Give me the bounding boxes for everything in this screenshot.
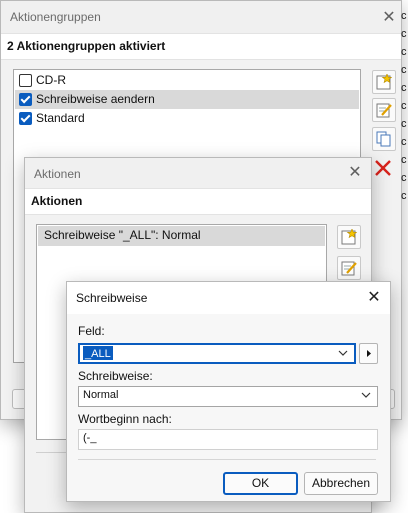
feld-combobox[interactable]: _ALL [78, 343, 356, 364]
feld-label: Feld: [78, 324, 105, 338]
window-title: Aktionen [34, 167, 81, 181]
schreibweise-label: Schreibweise: [78, 369, 153, 383]
delete-x-icon [375, 160, 391, 176]
schreibweise-dialog: Schreibweise ✕ Feld: _ALL Schreibweise: … [66, 281, 391, 502]
actions-header-text: Aktionen [31, 194, 83, 208]
new-group-button[interactable] [372, 70, 396, 94]
checkbox[interactable] [19, 93, 32, 106]
chevron-down-icon [361, 392, 371, 398]
star-new-icon [341, 229, 357, 245]
checkbox[interactable] [19, 74, 32, 87]
edit-icon [341, 261, 357, 276]
partial-right-content: c c c c c c c c c c c [401, 10, 407, 202]
wortbeginn-input[interactable]: (-_ [78, 429, 378, 450]
list-item-label: Standard [36, 111, 85, 125]
feld-value-selected: _ALL [83, 346, 113, 360]
edit-group-button[interactable] [372, 98, 396, 122]
copy-group-button[interactable] [372, 127, 396, 151]
list-item[interactable]: Schreibweise aendern [15, 90, 359, 109]
close-icon[interactable]: ✕ [358, 284, 390, 312]
delete-group-button[interactable] [372, 157, 394, 179]
schreibweise-titlebar: Schreibweise ✕ [67, 282, 390, 314]
list-item-label: CD-R [36, 73, 66, 87]
list-item[interactable]: Standard [15, 109, 359, 128]
wortbeginn-value: (-_ [83, 432, 97, 444]
list-item-label: Schreibweise aendern [36, 92, 155, 106]
actions-header: Aktionen [25, 188, 371, 215]
dialog-title: Schreibweise [76, 291, 148, 305]
edit-icon [376, 103, 392, 118]
divider [78, 459, 376, 460]
wortbeginn-label: Wortbeginn nach: [78, 412, 172, 426]
checkbox[interactable] [19, 112, 32, 125]
edit-action-button[interactable] [337, 256, 361, 280]
schreibweise-select[interactable]: Normal [78, 386, 378, 407]
copy-icon [376, 131, 391, 147]
feld-arrow-button[interactable] [359, 343, 378, 364]
schreibweise-value: Normal [83, 389, 119, 401]
aktionengruppen-titlebar: Aktionengruppen ✕ [1, 1, 401, 33]
aktionen-titlebar: Aktionen ✕ [25, 158, 371, 190]
chevron-down-icon [338, 350, 348, 356]
close-icon[interactable]: ✕ [339, 159, 371, 187]
list-item-label: Schreibweise "_ALL": Normal [44, 228, 201, 242]
chevron-right-icon [367, 350, 371, 357]
window-title: Aktionengruppen [10, 10, 101, 24]
list-item[interactable]: Schreibweise "_ALL": Normal [38, 226, 325, 246]
new-action-button[interactable] [337, 225, 361, 249]
list-item[interactable]: CD-R [15, 71, 359, 90]
group-count-text: 2 Aktionengruppen aktiviert [7, 39, 166, 53]
feld-value: _ALL [85, 348, 111, 360]
cancel-button[interactable]: Abbrechen [304, 472, 378, 495]
star-new-icon [376, 74, 392, 90]
ok-button[interactable]: OK [223, 472, 298, 495]
group-count-header: 2 Aktionengruppen aktiviert [1, 33, 401, 60]
